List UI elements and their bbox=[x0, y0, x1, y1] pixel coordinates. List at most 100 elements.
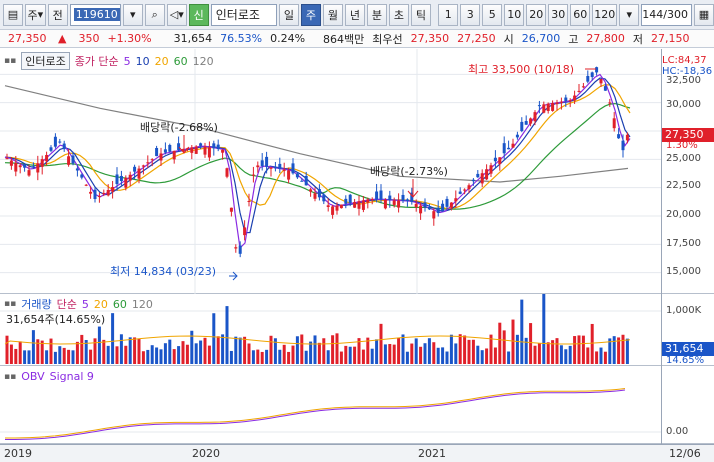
volume-bar bbox=[599, 347, 603, 364]
data-count-field[interactable]: 144/300 bbox=[641, 3, 692, 26]
interval-120-button[interactable]: 120 bbox=[592, 3, 618, 26]
y-tick-32500: 32,500 bbox=[666, 75, 701, 86]
period-week-button[interactable]: 주 bbox=[300, 3, 321, 26]
volume-bar bbox=[313, 335, 317, 364]
speaker-icon[interactable]: ◁▾ bbox=[166, 3, 187, 26]
interval-1-button[interactable]: 1 bbox=[438, 3, 459, 26]
candle-body bbox=[577, 90, 581, 92]
grid-settings-icon[interactable]: ▦ bbox=[694, 3, 714, 26]
obv-chart-svg bbox=[0, 388, 661, 440]
interval-60-button[interactable]: 60 bbox=[570, 3, 591, 26]
volume-bar bbox=[441, 347, 445, 364]
volume-bar bbox=[23, 350, 27, 364]
period-tick-button[interactable]: 틱 bbox=[410, 3, 431, 26]
ma5-label: 5 bbox=[123, 54, 131, 68]
volume-bar bbox=[207, 345, 211, 364]
candle-body bbox=[5, 158, 9, 160]
volume-bar bbox=[436, 347, 440, 364]
ma-indicator-label: 종가 단순 bbox=[74, 55, 119, 68]
high-annotation: 최고 33,500 (10/18) bbox=[468, 63, 574, 76]
volume-pct-label: 14.65% bbox=[666, 355, 705, 366]
volume-bar bbox=[568, 345, 572, 364]
candle-body bbox=[608, 102, 612, 104]
volume-bar bbox=[199, 340, 203, 364]
volume-bar bbox=[269, 335, 273, 364]
candle-body bbox=[551, 103, 555, 111]
stock-tag[interactable]: 인터로조 bbox=[21, 52, 70, 70]
type-select[interactable]: 전 bbox=[47, 3, 68, 26]
candle-body bbox=[612, 118, 616, 129]
candle-body bbox=[256, 165, 260, 168]
candle-body bbox=[212, 143, 216, 149]
volume-ratio: 76.53% bbox=[220, 32, 263, 45]
candle-body bbox=[502, 143, 506, 154]
volume-bar bbox=[295, 336, 299, 364]
interval-20-button[interactable]: 20 bbox=[526, 3, 547, 26]
period-second-button[interactable]: 초 bbox=[388, 3, 409, 26]
candle-body bbox=[89, 191, 93, 194]
volume-bar bbox=[265, 349, 269, 364]
period-day-button[interactable]: 일 bbox=[278, 3, 299, 26]
volume-bar bbox=[427, 338, 431, 364]
panel-handle-icon[interactable]: ▪▪ bbox=[4, 372, 16, 382]
interval-5-button[interactable]: 5 bbox=[482, 3, 503, 26]
period-year-button[interactable]: 년 bbox=[344, 3, 365, 26]
search-icon[interactable]: ⌕ bbox=[144, 3, 165, 26]
data-count-current: 144 bbox=[642, 8, 664, 21]
ma20-line bbox=[4, 84, 631, 210]
obv-panel[interactable]: ▪▪ OBV Signal 9 0.00 bbox=[0, 366, 714, 444]
period-minute-button[interactable]: 분 bbox=[366, 3, 387, 26]
low-label: 저 bbox=[632, 32, 644, 46]
candle-body bbox=[537, 105, 541, 107]
candle-body bbox=[515, 134, 519, 138]
candle-body bbox=[269, 167, 273, 169]
stock-code-input[interactable]: 119610 bbox=[69, 3, 121, 26]
volume-bar bbox=[573, 336, 577, 364]
x-axis[interactable]: 2019 2020 2021 12/06 bbox=[0, 444, 714, 462]
candle-body bbox=[471, 179, 475, 182]
volume-bar bbox=[71, 350, 75, 364]
price-panel[interactable]: 최고 33,500 (10/18) 최저 14,834 (03/23) 배당락(-2… bbox=[0, 49, 714, 294]
volume-panel[interactable]: ▪▪ 거래량 단순 5 20 60 120 31,654주(14.65%) 1,… bbox=[0, 288, 714, 366]
candle-body bbox=[339, 204, 343, 209]
candle-body bbox=[291, 163, 295, 174]
vma5-label: 5 bbox=[81, 297, 89, 311]
volume-bar bbox=[471, 339, 475, 364]
volume-bar bbox=[150, 345, 154, 364]
stock-name-field[interactable]: 인터로조 bbox=[210, 3, 277, 26]
panel-handle-icon[interactable]: ▪▪ bbox=[4, 299, 16, 309]
volume-bar bbox=[502, 330, 506, 364]
candle-body bbox=[243, 227, 247, 236]
candle-body bbox=[282, 169, 286, 171]
window-menu-icon[interactable]: ▤ bbox=[3, 3, 23, 26]
price-value: 27,350 bbox=[8, 32, 47, 45]
candle-body bbox=[207, 147, 211, 158]
volume-bar bbox=[414, 338, 418, 364]
candle-body bbox=[480, 173, 484, 184]
candle-body bbox=[322, 194, 326, 202]
up-arrow-icon: ▲ bbox=[58, 32, 67, 45]
volume-bar bbox=[595, 351, 599, 364]
trade-amount: 864백만 bbox=[323, 32, 365, 46]
candle-body bbox=[463, 189, 467, 191]
interval-10-button[interactable]: 10 bbox=[504, 3, 525, 26]
volume-bar bbox=[397, 337, 401, 364]
candle-body bbox=[507, 147, 511, 150]
candle-body bbox=[309, 189, 313, 192]
interval-30-button[interactable]: 30 bbox=[548, 3, 569, 26]
volume-bar bbox=[62, 347, 66, 364]
market-select[interactable]: 주 ▾ bbox=[25, 3, 46, 26]
turnover-ratio: 0.24% bbox=[270, 32, 306, 45]
x-tick-2020: 2020 bbox=[192, 447, 220, 460]
panel-handle-icon[interactable]: ▪▪ bbox=[4, 56, 16, 66]
price-chart-svg: 최고 33,500 (10/18) 최저 14,834 (03/23) 배당락(-2… bbox=[0, 49, 661, 294]
volume-bar bbox=[58, 346, 62, 364]
candle-body bbox=[221, 149, 225, 153]
dropdown-icon[interactable]: ▾ bbox=[122, 3, 143, 26]
interval-3-button[interactable]: 3 bbox=[460, 3, 481, 26]
volume-bar bbox=[410, 343, 414, 364]
volume-bar bbox=[458, 334, 462, 364]
interval-dropdown-icon[interactable]: ▾ bbox=[619, 3, 640, 26]
candle-body bbox=[370, 199, 374, 201]
period-month-button[interactable]: 월 bbox=[322, 3, 343, 26]
